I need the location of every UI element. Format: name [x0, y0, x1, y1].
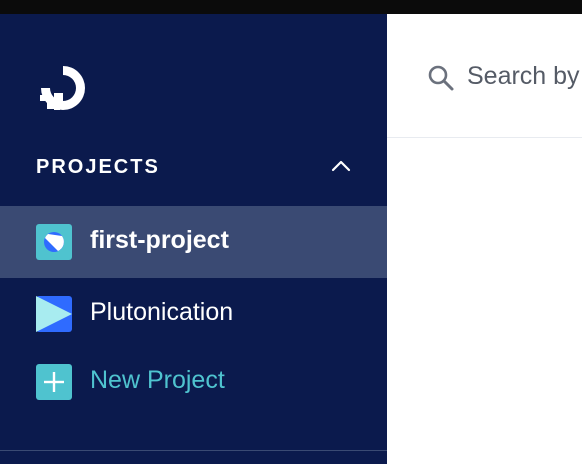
digitalocean-logo-icon[interactable]	[35, 61, 91, 115]
new-project-button[interactable]: New Project	[0, 346, 387, 418]
window-top-bar	[0, 0, 582, 14]
main-content	[387, 14, 582, 464]
new-project-label: New Project	[90, 366, 225, 394]
projects-section-header: PROJECTS	[0, 152, 387, 182]
search-bar	[387, 14, 582, 138]
sidebar: PROJECTS first-project Plutonication New…	[0, 14, 387, 464]
sidebar-item-label: first-project	[90, 226, 229, 254]
sidebar-item-first-project[interactable]: first-project	[0, 206, 387, 278]
plus-icon	[36, 364, 72, 400]
chevron-up-icon[interactable]	[328, 154, 354, 178]
search-input[interactable]	[467, 54, 582, 98]
sidebar-divider	[0, 450, 387, 451]
project-play-icon	[36, 296, 72, 332]
search-icon[interactable]	[427, 64, 455, 92]
projects-section-title: PROJECTS	[36, 156, 160, 178]
sidebar-item-label: Plutonication	[90, 298, 234, 326]
sidebar-item-plutonication[interactable]: Plutonication	[0, 278, 387, 350]
project-circle-icon	[36, 224, 72, 260]
